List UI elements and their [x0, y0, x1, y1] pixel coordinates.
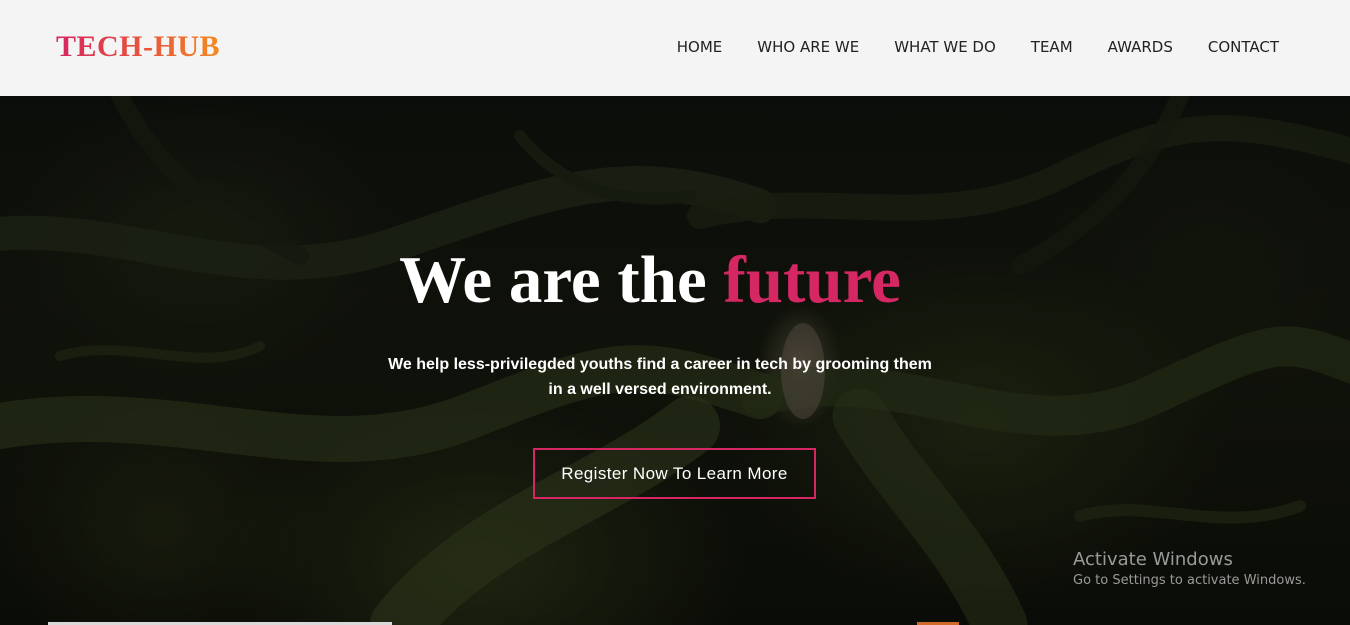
hero-title-accent: future	[723, 243, 901, 317]
navbar: TECH-HUB HOME WHO ARE WE WHAT WE DO TEAM…	[0, 0, 1350, 96]
hero-title: We are the future	[0, 240, 1325, 320]
hero-title-main: We are the	[399, 243, 707, 317]
brand-logo[interactable]: TECH-HUB	[56, 29, 220, 65]
nav-link-home[interactable]: HOME	[677, 37, 723, 57]
hero-subtitle: We help less-privilegded youths find a c…	[388, 356, 932, 398]
watermark-title: Activate Windows	[1073, 549, 1233, 570]
windows-activation-watermark: Activate Windows Go to Settings to activ…	[1073, 549, 1306, 591]
nav-link-awards[interactable]: AWARDS	[1108, 37, 1173, 57]
nav-link-contact[interactable]: CONTACT	[1208, 37, 1279, 57]
nav-link-team[interactable]: TEAM	[1031, 37, 1073, 57]
register-button[interactable]: Register Now To Learn More	[533, 448, 816, 499]
nav-link-what-we-do[interactable]: WHAT WE DO	[894, 37, 996, 57]
hero-section: We are the future We help less-privilegd…	[0, 96, 1350, 625]
watermark-subtitle: Go to Settings to activate Windows.	[1073, 573, 1306, 588]
nav-menu: HOME WHO ARE WE WHAT WE DO TEAM AWARDS C…	[677, 37, 1279, 57]
nav-link-who-are-we[interactable]: WHO ARE WE	[757, 37, 859, 57]
